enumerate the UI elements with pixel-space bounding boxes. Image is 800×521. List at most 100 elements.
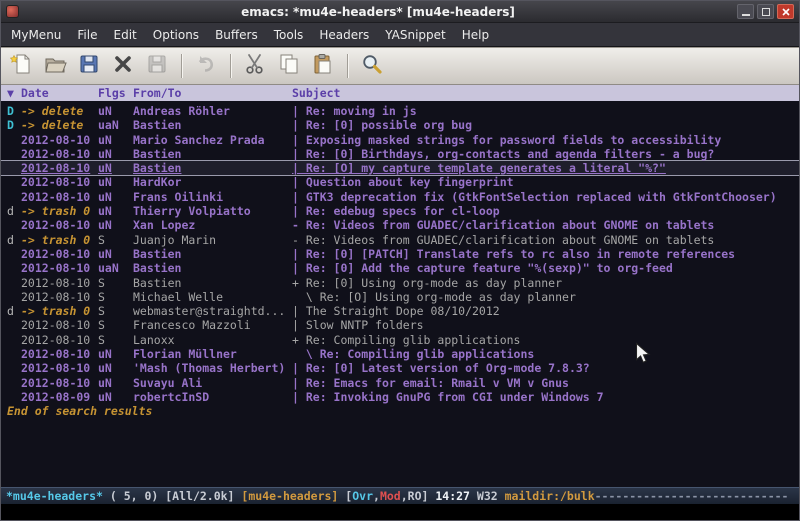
- menu-edit[interactable]: Edit: [106, 24, 145, 46]
- mode-line[interactable]: *mu4e-headers* ( 5, 0) [All/2.0k] [mu4e-…: [1, 487, 799, 504]
- minimize-button[interactable]: [737, 4, 754, 19]
- window-menu-icon[interactable]: [6, 5, 19, 18]
- message-flags: S: [98, 304, 133, 318]
- message-mark: [7, 318, 21, 332]
- menu-headers[interactable]: Headers: [311, 24, 377, 46]
- close-button[interactable]: [777, 4, 794, 19]
- menu-help[interactable]: Help: [454, 24, 497, 46]
- menu-buffers[interactable]: Buffers: [207, 24, 266, 46]
- echo-area[interactable]: [1, 504, 799, 520]
- message-from: Michael Welle: [133, 290, 292, 304]
- kill-buffer-button[interactable]: [108, 51, 138, 81]
- modeline-position: ( 5, 0) [All/2.0k]: [103, 489, 241, 503]
- menu-options[interactable]: Options: [145, 24, 207, 46]
- message-row[interactable]: 2012-08-10uN'Mash (Thomas Herbert)| Re: …: [7, 361, 799, 375]
- save-buffer-button[interactable]: [74, 51, 104, 81]
- message-from: Lanoxx: [133, 333, 292, 347]
- message-from: 'Mash (Thomas Herbert): [133, 361, 292, 375]
- message-flags: uaN: [98, 118, 133, 132]
- message-subject: | Question about key fingerprint: [292, 175, 514, 189]
- message-subject: | Exposing masked strings for password f…: [292, 133, 721, 147]
- message-subject: | Slow NNTP folders: [292, 318, 424, 332]
- message-row[interactable]: 2012-08-10SBastien+ Re: [0] Using org-mo…: [7, 276, 799, 290]
- message-flags: uN: [98, 175, 133, 189]
- title-bar[interactable]: emacs: *mu4e-headers* [mu4e-headers]: [1, 1, 799, 23]
- message-date: -> trash 0: [21, 304, 98, 318]
- message-date: 2012-08-10: [21, 190, 98, 204]
- message-row[interactable]: 2012-08-10SFrancesco Mazzoli| Slow NNTP …: [7, 318, 799, 332]
- message-row[interactable]: 2012-08-10uNBastien| Re: [0] [PATCH] Tra…: [7, 247, 799, 261]
- maximize-button[interactable]: [757, 4, 774, 19]
- message-from: Bastien: [133, 118, 292, 132]
- message-row[interactable]: d-> trash 0Swebmaster@straightd...| The …: [7, 304, 799, 318]
- message-mark: [7, 376, 21, 390]
- message-row[interactable]: 2012-08-10uNFlorian Müllner \ Re: Compil…: [7, 347, 799, 361]
- message-row[interactable]: 2012-08-10SMichael Welle \ Re: [O] Using…: [7, 290, 799, 304]
- modeline-separator: [: [338, 489, 352, 503]
- message-row[interactable]: 2012-08-10SLanoxx+ Re: Compiling glib ap…: [7, 333, 799, 347]
- message-row[interactable]: 2012-08-10uNFrans Oilinki| GTK3 deprecat…: [7, 190, 799, 204]
- message-subject: | GTK3 deprecation fix (GtkFontSelection…: [292, 190, 777, 204]
- message-flags: S: [98, 233, 133, 247]
- message-row[interactable]: 2012-08-10uNXan Lopez- Re: Videos from G…: [7, 218, 799, 232]
- tool-bar: [1, 47, 799, 85]
- message-row[interactable]: 2012-08-10uNSuvayu Ali| Re: Emacs for em…: [7, 376, 799, 390]
- column-header-from[interactable]: From/To: [133, 86, 292, 100]
- message-mark: [7, 347, 21, 361]
- message-mark: [7, 390, 21, 404]
- message-row[interactable]: d-> trash 0SJuanjo Marin- Re: Videos fro…: [7, 233, 799, 247]
- modeline-readonly-indicator: ,RO: [401, 489, 422, 503]
- message-row[interactable]: 2012-08-10uNMario Sanchez Prada| Exposin…: [7, 133, 799, 147]
- message-subject: | Re: Invoking GnuPG from CGI under Wind…: [292, 390, 604, 404]
- message-mark: [7, 161, 21, 175]
- message-subject: + Re: [0] Using org-mode as day planner: [292, 276, 562, 290]
- message-mark: [7, 218, 21, 232]
- message-date: -> trash 0: [21, 233, 98, 247]
- message-row[interactable]: 2012-08-10uNBastien| Re: [0] Birthdays, …: [7, 147, 799, 161]
- sort-direction-icon[interactable]: ▼: [7, 86, 21, 100]
- column-header-subject[interactable]: Subject: [292, 86, 340, 100]
- message-date: 2012-08-10: [21, 247, 98, 261]
- new-file-button[interactable]: [6, 51, 36, 81]
- message-row[interactable]: 2012-08-10uNBastien| Re: [O] my capture …: [1, 161, 799, 175]
- message-from: Bastien: [133, 247, 292, 261]
- message-flags: uN: [98, 190, 133, 204]
- message-from: Andreas Röhler: [133, 104, 292, 118]
- message-subject: | Re: [0] Latest version of Org-mode 7.8…: [292, 361, 590, 375]
- message-row[interactable]: D-> deleteuaNBastien| Re: [0] possible o…: [7, 118, 799, 132]
- cut-button[interactable]: [240, 51, 270, 81]
- copy-button[interactable]: [274, 51, 304, 81]
- message-from: Frans Oilinki: [133, 190, 292, 204]
- open-file-button[interactable]: [40, 51, 70, 81]
- menu-mymenu[interactable]: MyMenu: [3, 24, 69, 46]
- message-date: 2012-08-10: [21, 276, 98, 290]
- column-header-date[interactable]: Date: [21, 86, 98, 100]
- message-subject: - Re: Videos from GUADEC/clarification a…: [292, 233, 714, 247]
- message-mark: [7, 133, 21, 147]
- column-header-flags[interactable]: Flgs: [98, 86, 133, 100]
- copy-icon: [277, 52, 301, 80]
- modeline-maildir: maildir:/bulk: [505, 489, 595, 503]
- message-row[interactable]: 2012-08-09uNrobertcInSD| Re: Invoking Gn…: [7, 390, 799, 404]
- message-mark: d: [7, 204, 21, 218]
- menu-tools[interactable]: Tools: [266, 24, 312, 46]
- message-row[interactable]: D-> deleteuNAndreas Röhler| Re: moving i…: [7, 104, 799, 118]
- kill-buffer-icon: [111, 52, 135, 80]
- menu-bar: MyMenuFileEditOptionsBuffersToolsHeaders…: [1, 23, 799, 47]
- undo-button: [191, 51, 221, 81]
- paste-button[interactable]: [308, 51, 338, 81]
- message-row[interactable]: 2012-08-10uaNBastien| Re: [0] Add the ca…: [7, 261, 799, 275]
- message-date: 2012-08-10: [21, 218, 98, 232]
- search-button[interactable]: [357, 51, 387, 81]
- message-mark: d: [7, 233, 21, 247]
- message-mark: [7, 175, 21, 189]
- modeline-clock: 14:27: [435, 489, 470, 503]
- message-flags: uN: [98, 376, 133, 390]
- message-date: -> delete: [21, 118, 98, 132]
- menu-yasnippet[interactable]: YASnippet: [377, 24, 454, 46]
- menu-file[interactable]: File: [69, 24, 105, 46]
- message-mark: [7, 333, 21, 347]
- save-buffer-icon: [77, 52, 101, 80]
- message-row[interactable]: 2012-08-10uNHardKor| Question about key …: [7, 175, 799, 189]
- message-row[interactable]: d-> trash 0uNThierry Volpiatto| Re: edeb…: [7, 204, 799, 218]
